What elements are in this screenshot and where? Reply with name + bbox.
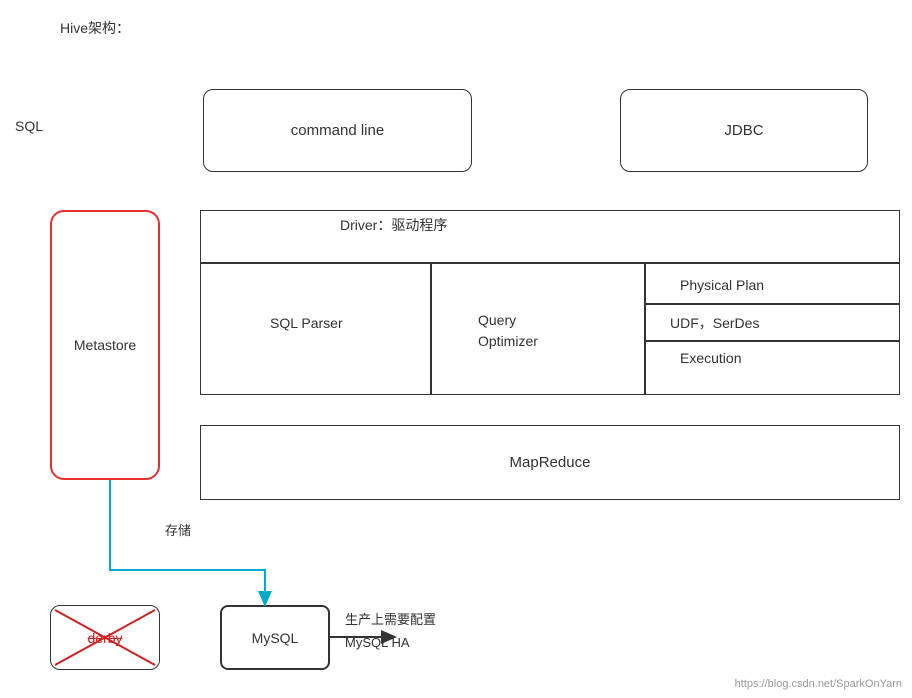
shengchan-line1: 生产上需要配置 bbox=[345, 608, 436, 631]
driver-hline3 bbox=[644, 340, 900, 342]
shengchan-label: 生产上需要配置 MySQL HA bbox=[345, 608, 436, 655]
metastore-label: Metastore bbox=[74, 337, 136, 353]
derby-label: derby bbox=[87, 630, 122, 646]
mapreduce-label: MapReduce bbox=[510, 454, 591, 471]
driver-label: Driver：驱动程序 bbox=[340, 215, 447, 235]
jdbc-box: JDBC bbox=[620, 89, 868, 172]
page-title: Hive架构： bbox=[60, 18, 130, 38]
driver-vline2 bbox=[644, 262, 646, 395]
diagram-container: Hive架构： SQL command line JDBC Metastore … bbox=[0, 0, 912, 698]
mysql-box: MySQL bbox=[220, 605, 330, 670]
command-line-box: command line bbox=[203, 89, 472, 172]
cunchu-label: 存储 bbox=[165, 520, 191, 539]
driver-hline bbox=[200, 262, 900, 264]
jdbc-label: JDBC bbox=[724, 122, 763, 139]
shengchan-line2: MySQL HA bbox=[345, 631, 436, 654]
driver-vline1 bbox=[430, 262, 432, 395]
execution-label: Execution bbox=[680, 350, 741, 366]
mapreduce-box: MapReduce bbox=[200, 425, 900, 500]
sql-label: SQL bbox=[15, 118, 43, 134]
sql-parser-label: SQL Parser bbox=[270, 315, 343, 331]
query-optimizer-label: Query Optimizer bbox=[478, 310, 538, 352]
watermark: https://blog.csdn.net/SparkOnYarn bbox=[735, 678, 902, 690]
mysql-label: MySQL bbox=[252, 630, 299, 646]
command-line-label: command line bbox=[291, 122, 384, 139]
derby-box: derby bbox=[50, 605, 160, 670]
udf-serdes-label: UDF，SerDes bbox=[670, 313, 759, 333]
driver-hline2 bbox=[644, 303, 900, 305]
physical-plan-label: Physical Plan bbox=[680, 277, 764, 293]
metastore-box: Metastore bbox=[50, 210, 160, 480]
